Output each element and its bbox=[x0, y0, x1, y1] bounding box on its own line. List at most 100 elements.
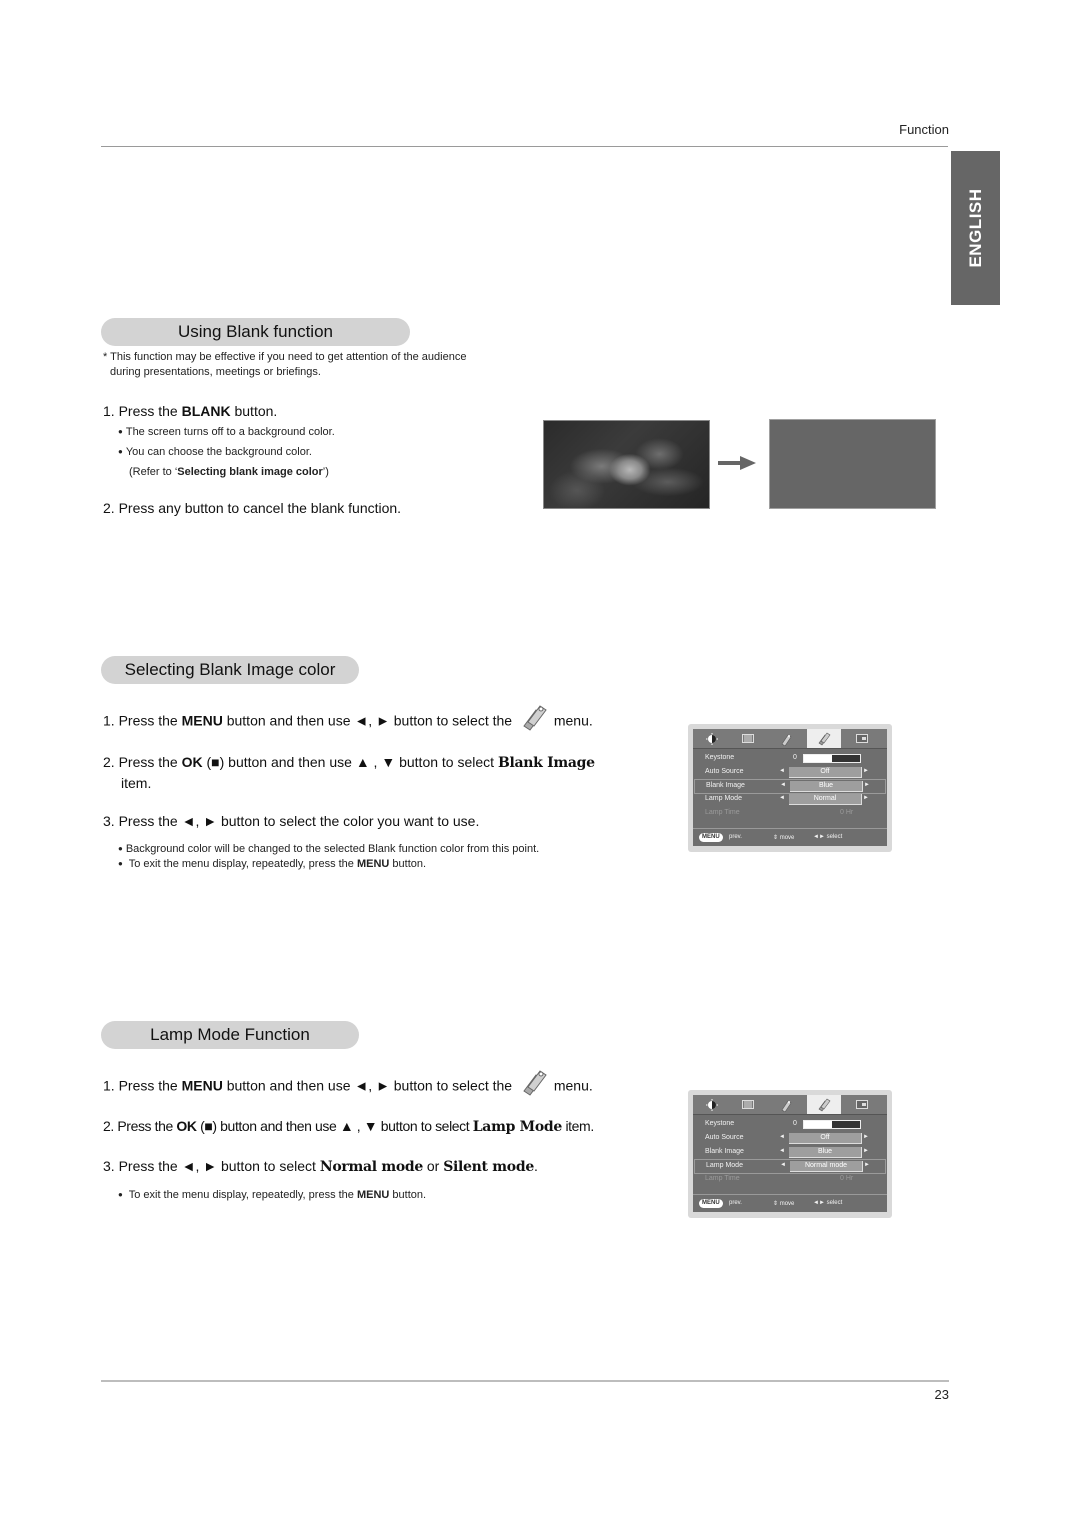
picture-brightness-icon[interactable] bbox=[695, 729, 729, 748]
text: (Refer to ‘ bbox=[129, 466, 178, 478]
normal-mode-label: Normal mode bbox=[319, 1159, 423, 1175]
text: To exit the menu display, repeatedly, pr… bbox=[128, 1189, 357, 1201]
row-value: Normal bbox=[789, 794, 862, 805]
osd-tab-bar bbox=[693, 1095, 887, 1115]
row-value: 0 bbox=[793, 754, 797, 761]
text: . bbox=[533, 1158, 538, 1174]
blank-bullet-1: The screen turns off to a background col… bbox=[118, 426, 335, 438]
blank-step-2: 2. Press any button to cancel the blank … bbox=[103, 500, 402, 516]
right-arrow-icon: ► bbox=[863, 1134, 869, 1140]
right-arrow-icon: ► bbox=[864, 1162, 870, 1168]
text: move bbox=[779, 835, 795, 841]
blank-step-1: 1. Press the BLANK button. bbox=[103, 403, 277, 419]
color-step-3: 3. Press the ◄, ► button to select the c… bbox=[103, 813, 480, 829]
right-arrow-icon: ► bbox=[863, 768, 869, 774]
osd-row-keystone[interactable]: Keystone 0 bbox=[697, 1118, 884, 1131]
text: button. bbox=[389, 1189, 427, 1201]
ok-key-label: OK bbox=[176, 1118, 197, 1134]
left-arrow-icon: ◄ bbox=[779, 1134, 785, 1140]
refer-link-text: Selecting blank image color bbox=[177, 466, 323, 478]
special-tags-icon[interactable] bbox=[807, 1095, 841, 1114]
page-number: 23 bbox=[934, 1387, 949, 1402]
text: button and then use ◄, ► button to selec… bbox=[222, 712, 516, 729]
right-arrow-icon: ► bbox=[864, 782, 870, 788]
left-arrow-icon: ◄ bbox=[779, 768, 785, 774]
lamp-step-1: 1. Press the MENU button and then use ◄,… bbox=[103, 1070, 593, 1097]
input-source-icon[interactable] bbox=[845, 729, 879, 748]
right-arrow-icon bbox=[718, 456, 756, 470]
slider-fill bbox=[804, 755, 832, 762]
section-header: Function bbox=[899, 122, 949, 137]
color-step-2: 2. Press the OK (■) button and then use … bbox=[103, 752, 595, 793]
picture-brightness-icon[interactable] bbox=[695, 1095, 729, 1114]
row-label: Lamp Time bbox=[705, 809, 740, 816]
menu-key-label: MENU bbox=[181, 712, 223, 729]
osd-row-lamp-mode[interactable]: Lamp Mode ◄ Normal mode ► bbox=[694, 1159, 886, 1174]
osd-row-auto-source[interactable]: Auto Source ◄ Off ► bbox=[697, 766, 884, 779]
text: button. bbox=[230, 403, 278, 419]
tag-icon[interactable] bbox=[769, 1095, 803, 1114]
color-bullet-2: To exit the menu display, repeatedly, pr… bbox=[118, 858, 426, 870]
left-arrow-icon: ◄ bbox=[780, 782, 786, 788]
left-right-arrow-icon: ◄► bbox=[813, 1200, 825, 1206]
section-title-blank: Using Blank function bbox=[101, 318, 410, 346]
ok-key-label: OK bbox=[181, 754, 203, 770]
row-value: Normal mode bbox=[790, 1161, 863, 1172]
osd-footer: MENU prev. ⇕ move ◄► select bbox=[693, 1194, 887, 1213]
osd-row-lamp-time: Lamp Time 0 Hr bbox=[697, 807, 884, 820]
footer-prev: prev. bbox=[729, 1200, 742, 1206]
lamp-mode-item-label: Lamp Mode bbox=[472, 1119, 563, 1135]
left-right-arrow-icon: ◄► bbox=[813, 834, 825, 840]
footer-select: ◄► select bbox=[813, 1200, 842, 1206]
text: item. bbox=[121, 775, 152, 791]
menu-key-label: MENU bbox=[356, 858, 390, 870]
osd-row-lamp-mode[interactable]: Lamp Mode ◄ Normal ► bbox=[697, 793, 884, 806]
up-down-arrow-icon: ⇕ bbox=[773, 1201, 779, 1207]
row-value: Off bbox=[789, 1133, 862, 1144]
blank-key-label: BLANK bbox=[181, 403, 231, 419]
special-tags-icon[interactable] bbox=[807, 729, 841, 748]
osd-row-auto-source[interactable]: Auto Source ◄ Off ► bbox=[697, 1132, 884, 1145]
text: To exit the menu display, repeatedly, pr… bbox=[128, 858, 357, 870]
keystone-slider[interactable] bbox=[803, 754, 861, 763]
lamp-bullet-1: To exit the menu display, repeatedly, pr… bbox=[118, 1189, 426, 1201]
osd-row-blank-image[interactable]: Blank Image ◄ Blue ► bbox=[694, 779, 886, 794]
text: 2. Press the bbox=[103, 1118, 177, 1134]
note-line-2: during presentations, meetings or briefi… bbox=[110, 366, 321, 378]
input-source-icon[interactable] bbox=[845, 1095, 879, 1114]
osd-menu-lamp-mode: Keystone 0 Auto Source ◄ Off ► Blank Image ◄ B… bbox=[688, 1090, 892, 1218]
screen-adjust-icon[interactable] bbox=[731, 1095, 765, 1114]
text: 1. Press the bbox=[103, 1077, 182, 1094]
header-divider bbox=[101, 146, 948, 147]
blank-screen-image bbox=[769, 419, 936, 509]
tag-icon[interactable] bbox=[769, 729, 803, 748]
section-title-blank-color: Selecting Blank Image color bbox=[101, 656, 359, 684]
text: 1. Press the bbox=[103, 712, 182, 729]
text: select bbox=[826, 834, 843, 840]
text: item. bbox=[561, 1118, 594, 1134]
language-tab-label: ENGLISH bbox=[965, 188, 985, 268]
text: (■) button and then use ▲ , ▼ button to … bbox=[196, 1118, 473, 1134]
right-arrow-icon: ► bbox=[863, 1148, 869, 1154]
blank-image-item-label: Blank Image bbox=[497, 755, 595, 771]
right-arrow-icon: ► bbox=[863, 795, 869, 801]
text: (■) button and then use ▲ , ▼ button to … bbox=[202, 754, 498, 770]
screen-adjust-icon[interactable] bbox=[731, 729, 765, 748]
color-bullet-1: Background color will be changed to the … bbox=[118, 843, 539, 855]
osd-menu-blank: Keystone 0 Auto Source ◄ Off ► Blank Image ◄ B… bbox=[688, 724, 892, 852]
row-label: Lamp Mode bbox=[705, 795, 742, 802]
left-arrow-icon: ◄ bbox=[779, 1148, 785, 1154]
osd-row-blank-image[interactable]: Blank Image ◄ Blue ► bbox=[697, 1146, 884, 1159]
text: or bbox=[422, 1158, 444, 1174]
special-tags-icon bbox=[523, 1070, 547, 1096]
silent-mode-label: Silent mode bbox=[443, 1159, 534, 1175]
osd-tab-bar bbox=[693, 729, 887, 749]
slider-fill bbox=[804, 1121, 832, 1128]
osd-row-keystone[interactable]: Keystone 0 bbox=[697, 752, 884, 765]
footer-prev: prev. bbox=[729, 834, 742, 840]
menu-key-icon: MENU bbox=[699, 833, 723, 842]
keystone-slider[interactable] bbox=[803, 1120, 861, 1129]
text: 3. Press the ◄, ► button to select bbox=[103, 1158, 320, 1174]
text: button and then use ◄, ► button to selec… bbox=[222, 1077, 516, 1094]
menu-key-label: MENU bbox=[181, 1077, 223, 1094]
